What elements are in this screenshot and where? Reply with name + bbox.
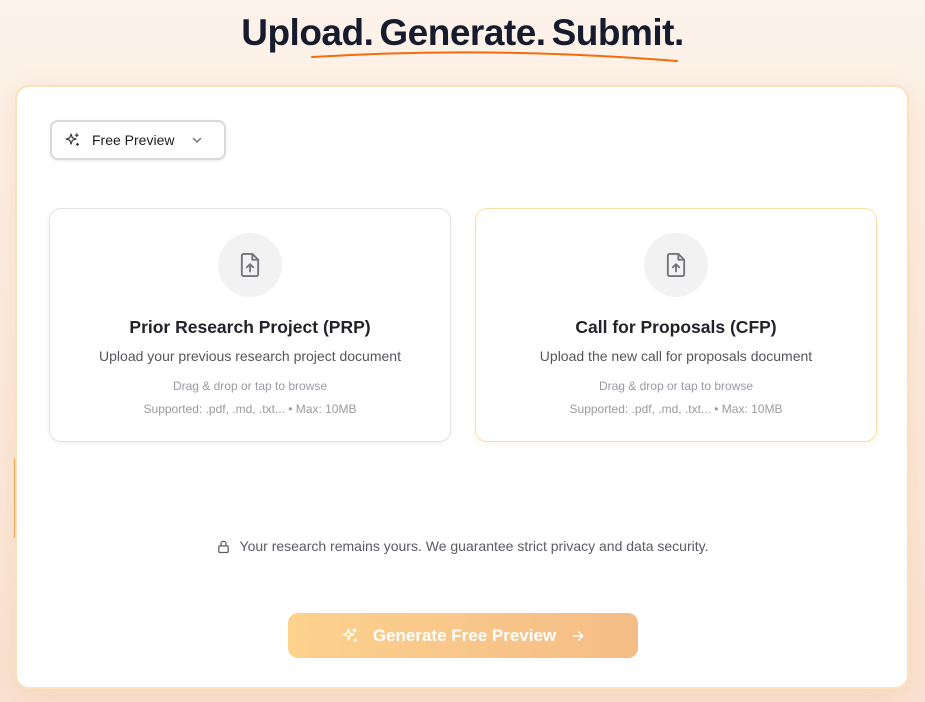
generate-preview-label: Generate Free Preview bbox=[372, 625, 557, 645]
prp-dropzone[interactable]: Prior Research Project (PRP) Upload your… bbox=[49, 208, 451, 442]
headline-submit: Submit. bbox=[551, 12, 685, 53]
prp-supported: Supported: .pdf, .md, .txt... • Max: 10M… bbox=[143, 402, 357, 416]
prp-icon-circle bbox=[218, 233, 282, 297]
sparkles-icon bbox=[64, 132, 81, 149]
headline-upload: Upload. bbox=[241, 12, 374, 53]
headline-generate: Generate. bbox=[379, 12, 546, 53]
upload-card: Free Preview Prior Research Project (PRP… bbox=[15, 85, 909, 689]
file-upload-icon bbox=[662, 251, 690, 279]
sparkles-icon bbox=[341, 627, 359, 645]
file-upload-icon bbox=[236, 251, 264, 279]
cfp-title: Call for Proposals (CFP) bbox=[575, 317, 777, 337]
cfp-description: Upload the new call for proposals docume… bbox=[539, 348, 813, 364]
lock-icon bbox=[216, 539, 231, 554]
prp-title: Prior Research Project (PRP) bbox=[129, 317, 371, 337]
chevron-down-icon bbox=[191, 134, 203, 146]
privacy-notice: Your research remains yours. We guarante… bbox=[17, 538, 907, 554]
cfp-dropzone[interactable]: Call for Proposals (CFP) Upload the new … bbox=[475, 208, 877, 442]
mode-select-value: Free Preview bbox=[92, 132, 175, 148]
cfp-supported: Supported: .pdf, .md, .txt... • Max: 10M… bbox=[569, 402, 783, 416]
mode-select[interactable]: Free Preview bbox=[50, 120, 226, 160]
cfp-icon-circle bbox=[644, 233, 708, 297]
arrow-right-icon bbox=[571, 629, 585, 643]
generate-preview-button[interactable]: Generate Free Preview bbox=[288, 613, 638, 658]
cfp-hint: Drag & drop or tap to browse bbox=[598, 379, 754, 393]
privacy-text: Your research remains yours. We guarante… bbox=[239, 538, 709, 554]
prp-description: Upload your previous research project do… bbox=[99, 348, 401, 364]
prp-hint: Drag & drop or tap to browse bbox=[172, 379, 328, 393]
headline-underline bbox=[311, 51, 678, 62]
